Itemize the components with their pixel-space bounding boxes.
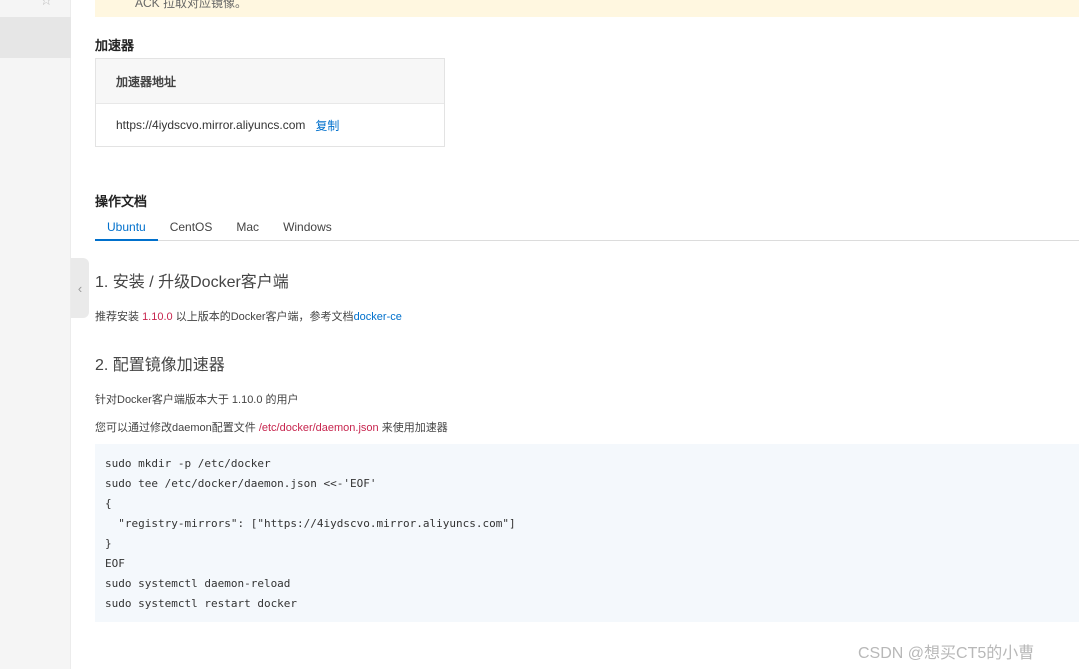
step2-line1: 针对Docker客户端版本大于 1.10.0 的用户 bbox=[95, 394, 299, 406]
accelerator-card-body: https://4iydscvo.mirror.aliyuncs.com 复制 bbox=[96, 104, 444, 146]
step1-paragraph: 推荐安装 1.10.0 以上版本的Docker客户端，参考文档docker-ce bbox=[95, 308, 402, 324]
step1-text-middle: 以上版本的Docker客户端，参考文档 bbox=[172, 311, 354, 323]
step1-text-prefix: 推荐安装 bbox=[95, 311, 143, 323]
step2-heading: 2. 配置镜像加速器 bbox=[95, 357, 225, 374]
step2-line2-suffix: 来使用加速器 bbox=[378, 422, 448, 434]
accelerator-address: https://4iydscvo.mirror.aliyuncs.com bbox=[116, 118, 306, 132]
step2-line2: 您可以通过修改daemon配置文件 /etc/docker/daemon.jso… bbox=[95, 419, 448, 435]
star-icon[interactable]: ☆ bbox=[40, 0, 53, 9]
chevron-left-icon: ‹ bbox=[77, 280, 83, 296]
code-line: sudo systemctl restart docker bbox=[105, 597, 298, 610]
left-sidebar: ☆ bbox=[0, 0, 71, 669]
tab-mac[interactable]: Mac bbox=[224, 215, 271, 241]
docs-section-title: 操作文档 bbox=[95, 194, 148, 209]
code-line: "registry-mirrors": ["https://4iydscvo.m… bbox=[105, 517, 516, 530]
tab-windows[interactable]: Windows bbox=[271, 215, 344, 241]
accelerator-card-header: 加速器地址 bbox=[96, 59, 444, 104]
os-tabs: Ubuntu CentOS Mac Windows bbox=[95, 215, 1079, 241]
code-line: sudo mkdir -p /etc/docker bbox=[105, 457, 271, 470]
code-line: sudo tee /etc/docker/daemon.json <<-'EOF… bbox=[105, 477, 377, 490]
code-line: EOF bbox=[105, 557, 125, 570]
config-path: /etc/docker/daemon.json bbox=[258, 422, 379, 434]
accelerator-section-title: 加速器 bbox=[95, 38, 135, 53]
step2-line2-prefix: 您可以通过修改daemon配置文件 bbox=[95, 422, 259, 434]
code-line: } bbox=[105, 537, 112, 550]
tab-centos[interactable]: CentOS bbox=[158, 215, 225, 241]
copy-address-link[interactable]: 复制 bbox=[315, 117, 339, 134]
step1-version: 1.10.0 bbox=[142, 311, 173, 323]
accelerator-card: 加速器地址 https://4iydscvo.mirror.aliyuncs.c… bbox=[95, 58, 445, 147]
tab-ubuntu[interactable]: Ubuntu bbox=[95, 215, 158, 241]
watermark: CSDN @想买CT5的小曹 bbox=[858, 645, 1035, 662]
code-line: { bbox=[105, 497, 112, 510]
collapse-sidebar-handle[interactable]: ‹ bbox=[71, 258, 89, 318]
docker-ce-link[interactable]: docker-ce bbox=[354, 311, 402, 323]
step1-heading: 1. 安装 / 升级Docker客户端 bbox=[95, 274, 289, 291]
sidebar-selected-item[interactable] bbox=[0, 17, 71, 58]
code-line: sudo systemctl daemon-reload bbox=[105, 577, 291, 590]
code-block[interactable]: sudo mkdir -p /etc/docker sudo tee /etc/… bbox=[95, 444, 1079, 622]
notice-text: ACK 拉取对应镜像。 bbox=[135, 0, 248, 10]
notice-banner: ACK 拉取对应镜像。 bbox=[95, 0, 1079, 17]
